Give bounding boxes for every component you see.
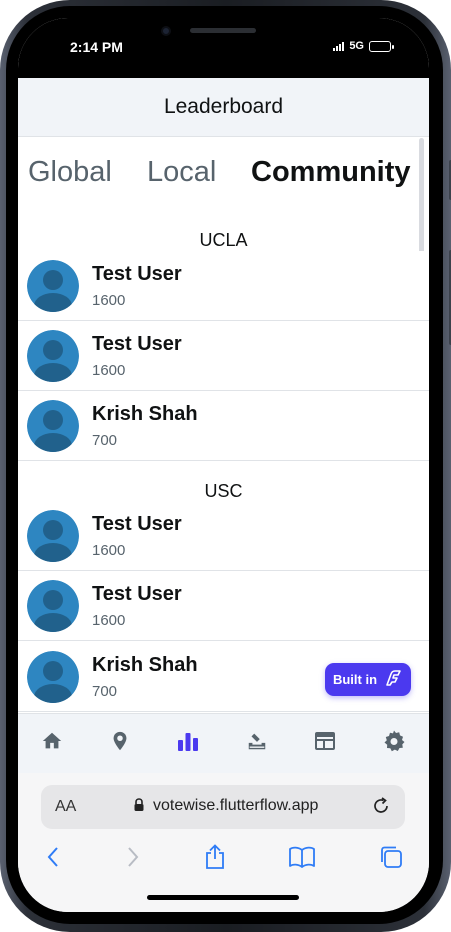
status-bar: 2:14 PM 5G — [18, 18, 429, 78]
status-indicators: 5G — [333, 40, 394, 52]
speaker — [190, 28, 256, 33]
battery-icon — [369, 40, 394, 52]
user-name: Test User — [92, 583, 182, 605]
user-name: Test User — [92, 263, 182, 285]
flutterflow-logo-icon — [383, 668, 403, 691]
back-icon[interactable] — [39, 843, 67, 871]
user-name: Test User — [92, 333, 182, 355]
avatar — [27, 400, 79, 452]
screen: 2:14 PM 5G Leaderboard Global Local Comm… — [18, 18, 429, 912]
app-header: Leaderboard — [18, 78, 429, 137]
list-item[interactable]: Test User 1600 — [18, 251, 429, 321]
list-item[interactable]: Test User 1600 — [18, 501, 429, 571]
settings-icon[interactable] — [381, 728, 407, 754]
page-title: Leaderboard — [163, 95, 284, 118]
tab-global[interactable]: Global — [28, 156, 112, 189]
badge-label: Built in — [332, 672, 378, 687]
avatar — [27, 580, 79, 632]
forward-icon[interactable] — [119, 843, 147, 871]
user-name: Krish Shah — [92, 654, 198, 676]
text-size-button[interactable]: AA — [55, 798, 76, 816]
bookmarks-icon[interactable] — [288, 843, 316, 871]
signal-icon — [333, 41, 345, 51]
url-text: votewise.flutterflow.app — [153, 797, 319, 814]
location-pin-icon[interactable] — [107, 728, 133, 754]
share-icon[interactable] — [201, 843, 229, 871]
user-score: 1600 — [92, 292, 126, 309]
home-indicator — [147, 895, 299, 900]
user-score: 1600 — [92, 612, 126, 629]
bottom-nav — [18, 713, 429, 773]
avatar — [27, 260, 79, 312]
camera — [161, 26, 171, 36]
lock-icon — [133, 798, 145, 817]
built-in-badge[interactable]: Built in — [325, 663, 411, 696]
leaderboard-icon[interactable] — [175, 728, 201, 754]
avatar — [27, 651, 79, 703]
group-title: UCLA — [199, 230, 248, 250]
tab-community[interactable]: Community — [251, 156, 411, 189]
vote-box-icon[interactable] — [244, 728, 270, 754]
ballot-table-icon[interactable] — [312, 728, 338, 754]
avatar — [27, 330, 79, 382]
avatar — [27, 510, 79, 562]
status-time: 2:14 PM — [70, 39, 123, 55]
user-score: 1600 — [92, 542, 126, 559]
list-item[interactable]: Krish Shah 700 — [18, 391, 429, 461]
list-item[interactable]: Test User 1600 — [18, 321, 429, 391]
list-item[interactable]: Test User 1600 — [18, 571, 429, 641]
address-bar[interactable]: AA votewise.flutterflow.app — [41, 785, 405, 829]
reload-icon[interactable] — [371, 796, 391, 821]
network-label: 5G — [349, 40, 364, 52]
home-icon[interactable] — [39, 728, 65, 754]
user-name: Krish Shah — [92, 403, 198, 425]
user-name: Test User — [92, 513, 182, 535]
user-score: 1600 — [92, 362, 126, 379]
user-score: 700 — [92, 683, 118, 700]
browser-toolbar: AA votewise.flutterflow.app — [18, 773, 429, 912]
tab-local[interactable]: Local — [147, 156, 216, 189]
group-title: USC — [204, 481, 243, 501]
tabs-icon[interactable] — [377, 843, 405, 871]
user-score: 700 — [92, 432, 118, 449]
tab-bar: Global Local Community — [18, 156, 418, 196]
phone-frame: 2:14 PM 5G Leaderboard Global Local Comm… — [0, 0, 451, 932]
